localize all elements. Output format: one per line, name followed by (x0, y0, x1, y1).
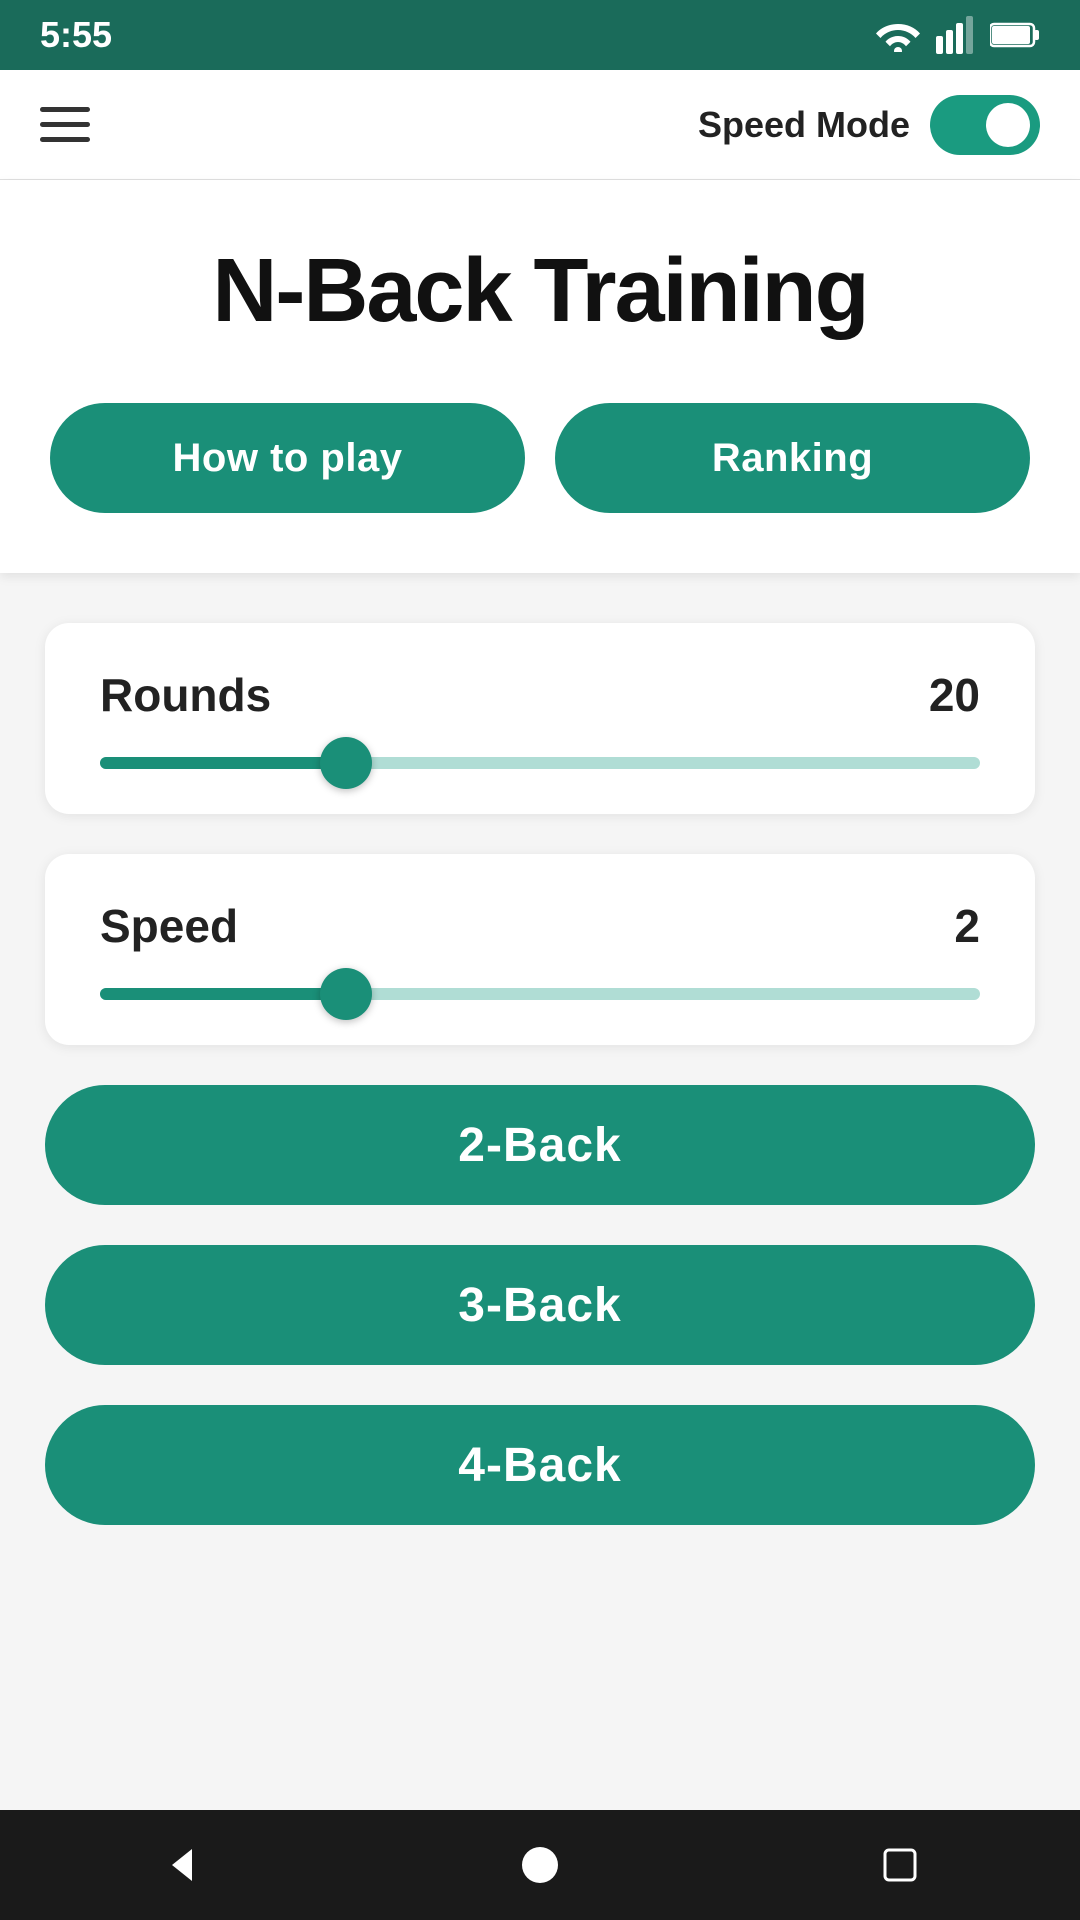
status-icons (876, 16, 1040, 54)
home-icon (520, 1845, 560, 1885)
rounds-slider-fill (100, 757, 346, 769)
4-back-button[interactable]: 4-Back (45, 1405, 1035, 1525)
rounds-slider-card: Rounds 20 (45, 623, 1035, 814)
speed-mode-toggle[interactable] (930, 95, 1040, 155)
signal-icon (936, 16, 974, 54)
speed-slider-card: Speed 2 (45, 854, 1035, 1045)
home-nav-button[interactable] (505, 1830, 575, 1900)
recent-nav-button[interactable] (865, 1830, 935, 1900)
bottom-nav (0, 1810, 1080, 1920)
speed-slider-fill (100, 988, 346, 1000)
speed-slider-track[interactable] (100, 988, 980, 1000)
hero-buttons: How to play Ranking (50, 403, 1030, 513)
back-icon (160, 1845, 200, 1885)
main-content: Rounds 20 Speed 2 2-Back 3-Back 4-Back (0, 573, 1080, 1810)
app-title: N-Back Training (50, 240, 1030, 343)
status-time: 5:55 (40, 14, 112, 56)
rounds-slider-thumb[interactable] (320, 737, 372, 789)
ranking-button[interactable]: Ranking (555, 403, 1030, 513)
back-nav-button[interactable] (145, 1830, 215, 1900)
wifi-icon (876, 18, 920, 52)
hero-section: N-Back Training How to play Ranking (0, 180, 1080, 573)
battery-icon (990, 21, 1040, 49)
how-to-play-button[interactable]: How to play (50, 403, 525, 513)
hamburger-menu-button[interactable] (40, 107, 90, 142)
rounds-label: Rounds (100, 668, 271, 722)
speed-mode-label: Speed Mode (698, 104, 910, 146)
2-back-button[interactable]: 2-Back (45, 1085, 1035, 1205)
speed-mode-container: Speed Mode (698, 95, 1040, 155)
app-bar: Speed Mode (0, 70, 1080, 180)
speed-slider-thumb[interactable] (320, 968, 372, 1020)
recent-icon (881, 1846, 919, 1884)
speed-value: 2 (954, 899, 980, 953)
status-bar: 5:55 (0, 0, 1080, 70)
3-back-button[interactable]: 3-Back (45, 1245, 1035, 1365)
rounds-slider-track[interactable] (100, 757, 980, 769)
speed-label: Speed (100, 899, 238, 953)
rounds-value: 20 (929, 668, 980, 722)
